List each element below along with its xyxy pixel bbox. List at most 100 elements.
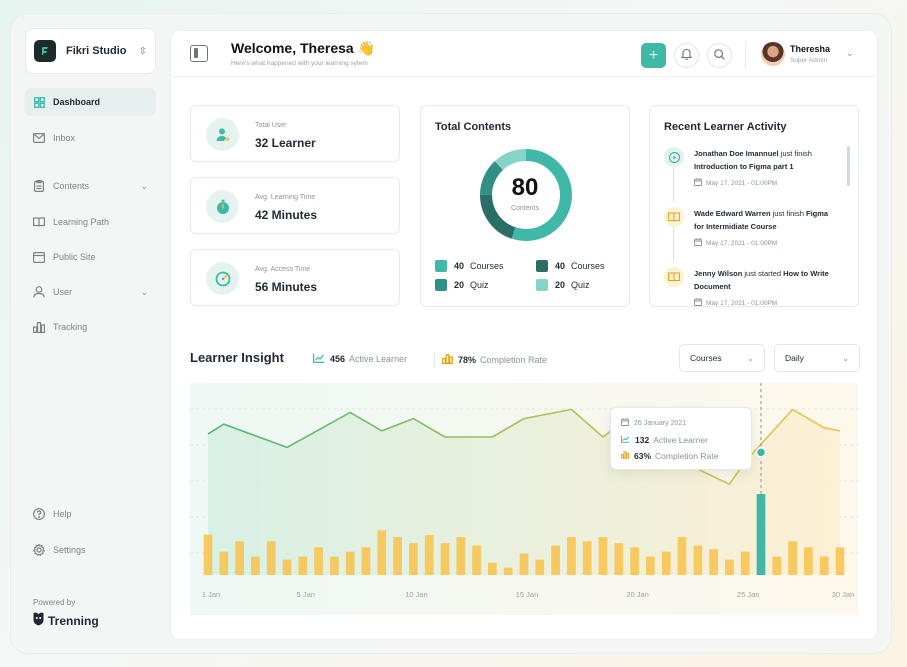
- workspace-switcher[interactable]: Fikri Studio ⇳: [25, 28, 156, 74]
- search-button[interactable]: [707, 43, 732, 68]
- sidebar-item-label: Dashboard: [53, 97, 101, 107]
- completion-bar[interactable]: [582, 541, 592, 575]
- legend-swatch: [536, 279, 548, 291]
- sidebar-item-help[interactable]: Help: [25, 500, 156, 528]
- period-filter-select[interactable]: Daily ⌄: [774, 344, 860, 372]
- completion-bar[interactable]: [725, 559, 734, 575]
- completion-bar[interactable]: [393, 536, 402, 575]
- grid-icon: [33, 96, 45, 108]
- legend-label: Courses: [571, 261, 605, 271]
- legend-label: Courses: [470, 261, 504, 271]
- completion-bar[interactable]: [788, 541, 797, 575]
- tooltip-completion-label: Completion Rate: [655, 451, 719, 461]
- completion-bar[interactable]: [377, 530, 387, 575]
- learner-insight-chart[interactable]: 1 Jan 5 Jan 10 Jan 15 Jan 20 Jan 25 Jan 30 Jan: [190, 383, 858, 615]
- sidebar-item-dashboard[interactable]: Dashboard: [25, 88, 156, 116]
- activity-text: Wade Edward Warren just finish Figma for…: [694, 207, 834, 233]
- legend-item: 20 Quiz: [536, 279, 590, 291]
- chevron-down-icon[interactable]: ⌄: [846, 48, 854, 59]
- sidebar-item-tracking[interactable]: Tracking: [25, 313, 156, 341]
- completion-bar[interactable]: [282, 559, 292, 575]
- activity-date-text: May 17, 2021 - 01:00PM: [706, 179, 778, 187]
- completion-bar[interactable]: [219, 551, 229, 575]
- period-filter-value: Daily: [785, 353, 804, 363]
- stat-card-access-time: Avg. Access Time 56 Minutes: [190, 249, 400, 306]
- topbar: Welcome, Theresa 👋 Here's what happened …: [171, 31, 879, 77]
- notifications-button[interactable]: [674, 43, 699, 68]
- completion-bar[interactable]: [345, 551, 355, 575]
- completion-bar[interactable]: [835, 547, 845, 575]
- sidebar-item-label: Help: [53, 509, 72, 519]
- chevron-updown-icon: ⇳: [138, 45, 147, 57]
- completion-bar[interactable]: [409, 543, 418, 575]
- clipboard-icon: [33, 180, 45, 192]
- x-tick-label: 25 Jan: [737, 590, 760, 599]
- add-button[interactable]: +: [641, 43, 666, 68]
- completion-bar[interactable]: [567, 536, 576, 575]
- sidebar-toggle-icon[interactable]: [190, 45, 208, 62]
- completion-bar[interactable]: [819, 556, 829, 575]
- hover-point[interactable]: [755, 447, 767, 458]
- sidebar-item-settings[interactable]: Settings: [25, 536, 156, 564]
- activity-date-text: May 17, 2021 - 01:00PM: [706, 239, 778, 247]
- completion-bar[interactable]: [266, 541, 276, 575]
- sidebar-item-inbox[interactable]: Inbox: [25, 124, 156, 152]
- user-icon: [33, 286, 45, 298]
- stopwatch-icon: [206, 190, 239, 223]
- powered-brand: Trenning: [33, 612, 99, 629]
- completion-bar[interactable]: [646, 556, 655, 575]
- completion-bar[interactable]: [677, 536, 687, 575]
- completion-bar[interactable]: [440, 543, 450, 575]
- calendar-icon: [694, 298, 702, 306]
- sidebar-item-learning-path[interactable]: Learning Path: [25, 208, 156, 236]
- completion-bar[interactable]: [361, 547, 371, 575]
- completion-bar[interactable]: [472, 545, 481, 575]
- completion-bar[interactable]: [551, 545, 560, 575]
- x-tick-label: 30 Jan: [832, 590, 855, 599]
- completion-bar[interactable]: [424, 535, 434, 575]
- completion-bar[interactable]: [314, 547, 323, 575]
- user-name: Theresha: [790, 44, 831, 54]
- completion-bar[interactable]: [630, 547, 639, 575]
- activity-target: Introduction to Figma part 1: [694, 162, 794, 171]
- sidebar: Fikri Studio ⇳ Dashboard Inbox Contents …: [25, 28, 171, 638]
- completion-bar[interactable]: [456, 536, 466, 575]
- recent-activity-card: Recent Learner Activity Jonathan Doe Ima…: [649, 105, 859, 307]
- legend-label: Quiz: [571, 280, 590, 290]
- activity-date: May 17, 2021 - 01:00PM: [694, 178, 777, 188]
- trend-line-icon: [620, 435, 630, 445]
- completion-bar[interactable]: [298, 556, 308, 575]
- completion-bar[interactable]: [804, 547, 813, 575]
- book-icon: [664, 207, 684, 227]
- completion-bar[interactable]: [661, 551, 671, 575]
- sidebar-item-user[interactable]: User ⌄: [25, 278, 156, 306]
- completion-bar[interactable]: [740, 551, 750, 575]
- completion-bar[interactable]: [614, 543, 624, 575]
- completion-bar[interactable]: [519, 553, 529, 575]
- chevron-down-icon: ⌄: [140, 180, 148, 191]
- sidebar-item-label: Tracking: [53, 322, 88, 332]
- completion-bar[interactable]: [251, 556, 260, 575]
- completion-bar[interactable]: [535, 559, 545, 575]
- completion-bar[interactable]: [693, 545, 703, 575]
- sidebar-item-public-site[interactable]: Public Site: [25, 243, 156, 271]
- content-filter-select[interactable]: Courses ⌄: [679, 344, 765, 372]
- completion-bar[interactable]: [503, 567, 513, 575]
- avatar[interactable]: [761, 42, 785, 66]
- completion-bar[interactable]: [330, 556, 339, 575]
- activity-scrollbar[interactable]: [847, 146, 850, 186]
- activity-user: Jonathan Doe Imannuel: [694, 149, 779, 158]
- completion-bar[interactable]: [235, 541, 244, 575]
- legend-item: 40 Courses: [435, 260, 504, 272]
- completion-bar[interactable]: [488, 562, 497, 575]
- legend-count: 40: [454, 261, 465, 271]
- completion-bar[interactable]: [772, 556, 782, 575]
- calendar-icon: [621, 418, 629, 428]
- completion-bar[interactable]: [709, 549, 718, 575]
- chevron-down-icon: ⌄: [140, 286, 148, 297]
- powered-brand-name: Trenning: [48, 613, 99, 628]
- completion-bar[interactable]: [598, 536, 608, 575]
- sidebar-item-contents[interactable]: Contents ⌄: [25, 172, 156, 200]
- tooltip-completion-row: 63% Completion Rate: [620, 451, 719, 461]
- completion-bar[interactable]: [203, 534, 213, 575]
